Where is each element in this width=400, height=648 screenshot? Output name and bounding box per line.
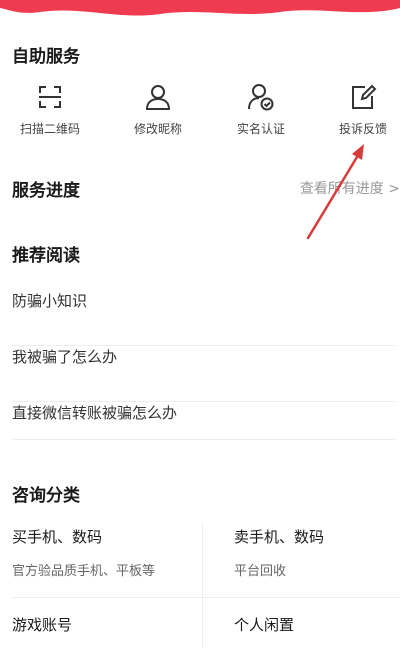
complaint-feedback-label: 投诉反馈 <box>338 122 387 136</box>
reading-item-label: 直接微信转账被骗怎么办 <box>12 404 178 422</box>
reading-item-label: 我被骗了怎么办 <box>12 348 118 366</box>
category-title: 卖手机、数码 <box>234 528 325 546</box>
reading-item-label: 防骗小知识 <box>12 292 88 310</box>
edit-nickname-button[interactable]: 修改昵称 <box>108 82 208 137</box>
reading-item[interactable]: 防骗小知识 <box>12 290 396 346</box>
user-icon <box>145 85 171 110</box>
category-title: 游戏账号 <box>12 616 73 634</box>
self-service-grid: 扫描二维码 修改昵称 实名认证 投诉反馈 <box>0 82 400 142</box>
consult-category-title: 咨询分类 <box>12 486 80 506</box>
category-subtitle: 平台回收 <box>234 564 287 579</box>
category-divider-horizontal <box>12 597 400 598</box>
category-game-accounts[interactable]: 游戏账号 <box>12 614 202 648</box>
scan-qr-button[interactable]: 扫描二维码 <box>0 82 100 137</box>
real-name-auth-button[interactable]: 实名认证 <box>211 82 311 137</box>
service-progress-title: 服务进度 <box>12 181 80 201</box>
category-personal-idle[interactable]: 个人闲置 <box>234 614 400 648</box>
scan-qr-label: 扫描二维码 <box>19 122 80 136</box>
category-buy-phones[interactable]: 买手机、数码 官方验品质手机、平板等 <box>12 526 202 586</box>
category-divider-vertical <box>202 522 203 648</box>
view-all-progress-link[interactable]: 查看所有进度 > <box>300 178 400 198</box>
category-subtitle: 官方验品质手机、平板等 <box>12 564 156 579</box>
reading-item[interactable]: 直接微信转账被骗怎么办 <box>12 402 396 440</box>
reading-item[interactable]: 我被骗了怎么办 <box>12 346 396 402</box>
verified-user-icon <box>248 84 274 111</box>
scan-icon <box>39 86 61 108</box>
real-name-auth-label: 实名认证 <box>236 122 285 136</box>
edit-note-icon <box>352 84 377 109</box>
edit-nickname-label: 修改昵称 <box>133 122 182 136</box>
top-wave-decoration <box>0 0 400 16</box>
category-title: 买手机、数码 <box>12 528 103 546</box>
category-sell-phones[interactable]: 卖手机、数码 平台回收 <box>234 526 400 586</box>
self-service-title: 自助服务 <box>12 47 80 67</box>
complaint-feedback-button[interactable]: 投诉反馈 <box>313 82 400 137</box>
category-title: 个人闲置 <box>234 616 295 634</box>
recommended-reading-title: 推荐阅读 <box>12 246 80 266</box>
